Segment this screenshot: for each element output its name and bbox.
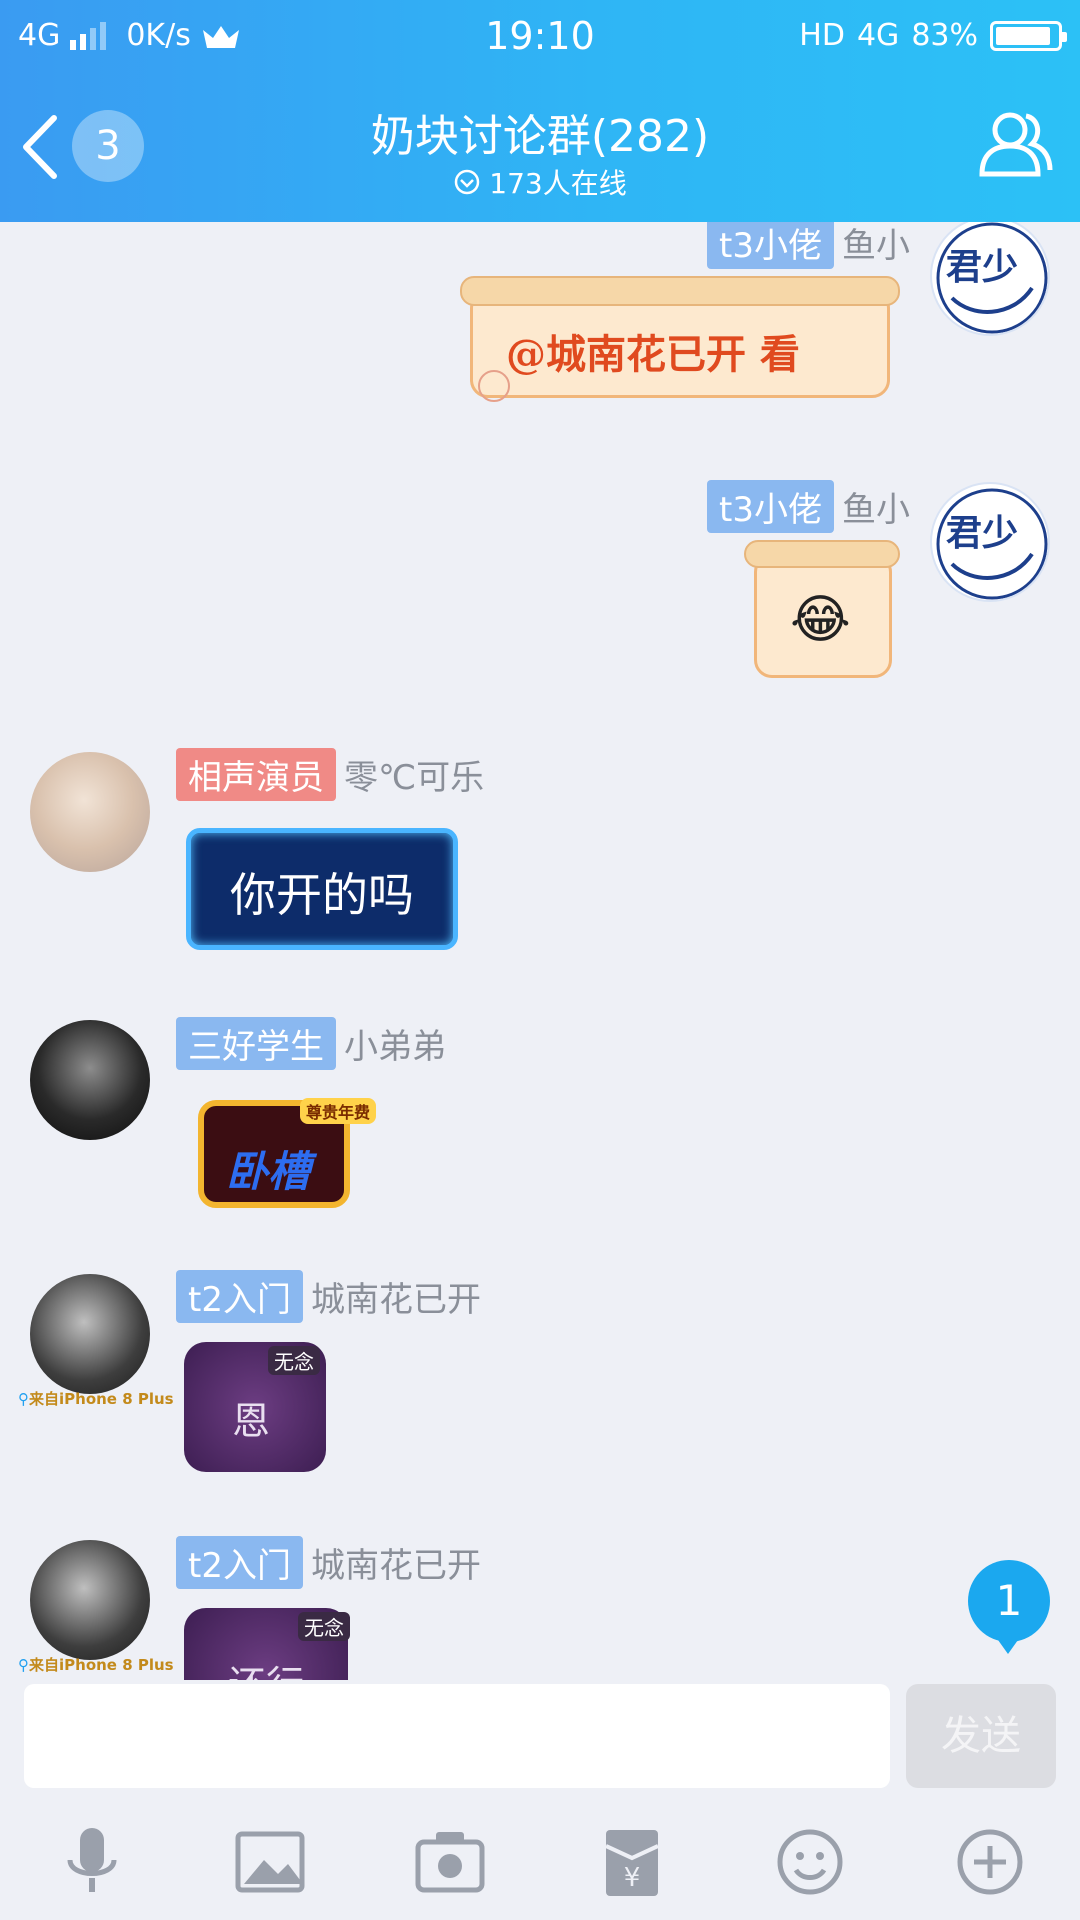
sender-name: 城南花已开: [310, 1280, 481, 1320]
group-members-icon[interactable]: [976, 108, 1054, 180]
battery-icon: [990, 20, 1067, 51]
member-title-tag: t2入门: [176, 1270, 303, 1323]
message-bubble-scroll[interactable]: 😂: [744, 536, 900, 684]
avatar[interactable]: [30, 1020, 150, 1140]
message-text: 恩: [232, 1399, 271, 1443]
plus-icon[interactable]: [950, 1822, 1030, 1902]
sender-name: 零℃可乐: [344, 758, 485, 798]
battery-percent: 83%: [911, 18, 978, 53]
avatar-calligraphy: 君少: [946, 512, 1019, 554]
status-bar: 4G 0K/s 19:10 HD 4G 83%: [0, 0, 1080, 72]
location-pin-icon: ⚲: [18, 1656, 29, 1674]
device-source: ⚲来自iPhone 8 Plus: [18, 1388, 174, 1409]
bubble-badge: 无念: [298, 1612, 350, 1641]
device-source-text: 来自iPhone 8 Plus: [29, 1390, 174, 1408]
sender-info: 三好学生 小弟弟: [176, 1017, 446, 1070]
emoji: 😂: [790, 590, 851, 650]
send-button[interactable]: 发送: [906, 1684, 1056, 1788]
message-text: @城南花已开 看: [506, 331, 800, 378]
member-title-tag: 三好学生: [176, 1017, 336, 1070]
message-bubble-purple[interactable]: 无念 恩: [160, 1338, 350, 1498]
online-count: 173人在线: [489, 167, 627, 200]
hd-indicator: HD: [799, 18, 845, 53]
message-text: 卧槽: [226, 1147, 311, 1196]
group-title[interactable]: 奶块讨论群(282): [0, 100, 1080, 164]
message-input[interactable]: [24, 1684, 890, 1788]
new-message-badge[interactable]: 1: [968, 1560, 1050, 1654]
message-bubble-tech[interactable]: 你开的吗: [186, 828, 458, 950]
seal-icon: [478, 370, 510, 402]
sender-name: 鱼小: [842, 226, 910, 266]
online-status: 173人在线: [0, 162, 1080, 202]
avatar[interactable]: [30, 1540, 150, 1660]
avatar[interactable]: [30, 1274, 150, 1394]
member-title-tag: t3小佬: [707, 480, 834, 533]
avatar-calligraphy: 君少: [946, 246, 1019, 288]
network-type-right: 4G: [856, 18, 900, 53]
vip-badge: 尊贵年费: [300, 1098, 377, 1124]
member-title-tag: t2入门: [176, 1536, 303, 1589]
red-packet-icon[interactable]: ¥: [592, 1822, 672, 1902]
sender-info: t3小佬 鱼小: [707, 480, 910, 533]
sender-name: 鱼小: [842, 490, 910, 530]
message-text: 还行: [228, 1654, 304, 1680]
avatar[interactable]: 君少: [930, 482, 1050, 602]
message-bubble-vip[interactable]: 尊贵年费 卧槽: [178, 1084, 378, 1234]
camera-icon[interactable]: [410, 1822, 490, 1902]
member-title-tag: t3小佬: [707, 222, 834, 269]
device-source: ⚲来自iPhone 8 Plus: [18, 1654, 174, 1675]
bubble-badge: 无念: [268, 1346, 320, 1375]
input-toolbar: ¥: [0, 1800, 1080, 1920]
sender-info: t3小佬 鱼小: [707, 222, 910, 269]
microphone-icon[interactable]: [52, 1822, 132, 1902]
sender-name: 城南花已开: [310, 1546, 481, 1586]
title-bar: 4G 0K/s 19:10 HD 4G 83% 3 奶块讨论群(282) 173…: [0, 0, 1080, 222]
emoji-icon[interactable]: [770, 1822, 850, 1902]
device-source-text: 来自iPhone 8 Plus: [29, 1656, 174, 1674]
avatar[interactable]: 君少: [930, 222, 1050, 336]
sender-name: 小弟弟: [344, 1027, 446, 1067]
message-bubble-purple[interactable]: 无念 还行: [160, 1604, 370, 1680]
message-bubble-scroll[interactable]: @城南花已开 看: [460, 270, 900, 412]
image-icon[interactable]: [230, 1822, 310, 1902]
chevron-down-circle-icon: [455, 169, 480, 195]
sender-info: 相声演员 零℃可乐: [176, 748, 484, 801]
avatar[interactable]: [30, 752, 150, 872]
message-text: 你开的吗: [230, 868, 414, 922]
message-input-bar: 发送: [0, 1680, 1080, 1790]
sender-info: t2入门 城南花已开: [176, 1270, 481, 1323]
svg-text:¥: ¥: [624, 1863, 641, 1893]
chat-message-list[interactable]: t3小佬 鱼小 君少 @城南花已开 看 t3小佬 鱼小 君少 😂 相声演员 零℃…: [0, 222, 1080, 1680]
sender-info: t2入门 城南花已开: [176, 1536, 481, 1589]
location-pin-icon: ⚲: [18, 1390, 29, 1408]
member-title-tag: 相声演员: [176, 748, 336, 801]
